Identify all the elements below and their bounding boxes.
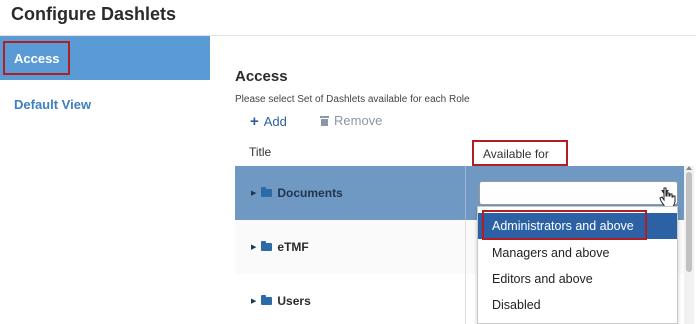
- column-divider: [465, 220, 466, 274]
- sidebar-item-label: Default View: [14, 97, 92, 112]
- dropdown-option-administrators[interactable]: Administrators and above: [478, 210, 677, 240]
- add-button[interactable]: + Add: [250, 113, 287, 130]
- option-label: Disabled: [492, 298, 541, 312]
- column-divider: [465, 274, 466, 324]
- option-label: Administrators and above: [492, 219, 634, 233]
- tree-node[interactable]: ▶ Users: [251, 294, 311, 308]
- folder-icon: [261, 187, 273, 197]
- column-header-label: Available for: [483, 147, 549, 161]
- expand-arrow-icon[interactable]: ▶: [251, 297, 256, 305]
- page-title: Configure Dashlets: [11, 4, 177, 24]
- scrollbar-thumb[interactable]: [686, 172, 692, 272]
- tree-node-label: Users: [277, 294, 311, 308]
- add-button-label: Add: [263, 114, 287, 129]
- sidebar-item-access[interactable]: Access: [0, 36, 210, 80]
- scroll-up-arrow-icon[interactable]: [686, 166, 692, 170]
- trash-icon: [320, 115, 329, 126]
- remove-button[interactable]: Remove: [320, 113, 382, 128]
- expand-arrow-icon[interactable]: ▶: [251, 189, 256, 197]
- sidebar: Access Default View: [0, 36, 210, 324]
- option-label: Managers and above: [492, 246, 610, 260]
- scrollbar[interactable]: [684, 166, 694, 324]
- option-label: Editors and above: [492, 272, 593, 286]
- hand-cursor-icon: [659, 187, 676, 208]
- remove-button-label: Remove: [334, 113, 383, 128]
- column-header-available-for: Available for: [472, 140, 568, 166]
- folder-icon: [261, 295, 273, 305]
- available-for-select[interactable]: [479, 181, 678, 205]
- section-title: Access: [235, 68, 288, 85]
- plus-icon: +: [250, 113, 259, 130]
- folder-icon: [261, 241, 273, 251]
- expand-arrow-icon[interactable]: ▶: [251, 243, 256, 251]
- main-content: Access Please select Set of Dashlets ava…: [210, 36, 696, 324]
- dropdown-list: Administrators and above Managers and ab…: [477, 206, 678, 324]
- page-header: Configure Dashlets: [0, 0, 696, 36]
- sidebar-item-label: Access: [14, 51, 60, 66]
- tree-node-label: Documents: [277, 186, 343, 200]
- dropdown-option-managers[interactable]: Managers and above: [478, 240, 677, 266]
- dropdown-option-editors[interactable]: Editors and above: [478, 266, 677, 292]
- tree-node[interactable]: ▶ eTMF: [251, 240, 309, 254]
- tree-node[interactable]: ▶ Documents: [251, 186, 343, 200]
- section-description: Please select Set of Dashlets available …: [235, 94, 470, 105]
- column-header-title: Title: [249, 145, 272, 159]
- sidebar-item-default-view[interactable]: Default View: [0, 94, 210, 116]
- dropdown-option-disabled[interactable]: Disabled: [478, 292, 677, 318]
- column-divider: [465, 166, 466, 220]
- tree-node-label: eTMF: [277, 240, 309, 254]
